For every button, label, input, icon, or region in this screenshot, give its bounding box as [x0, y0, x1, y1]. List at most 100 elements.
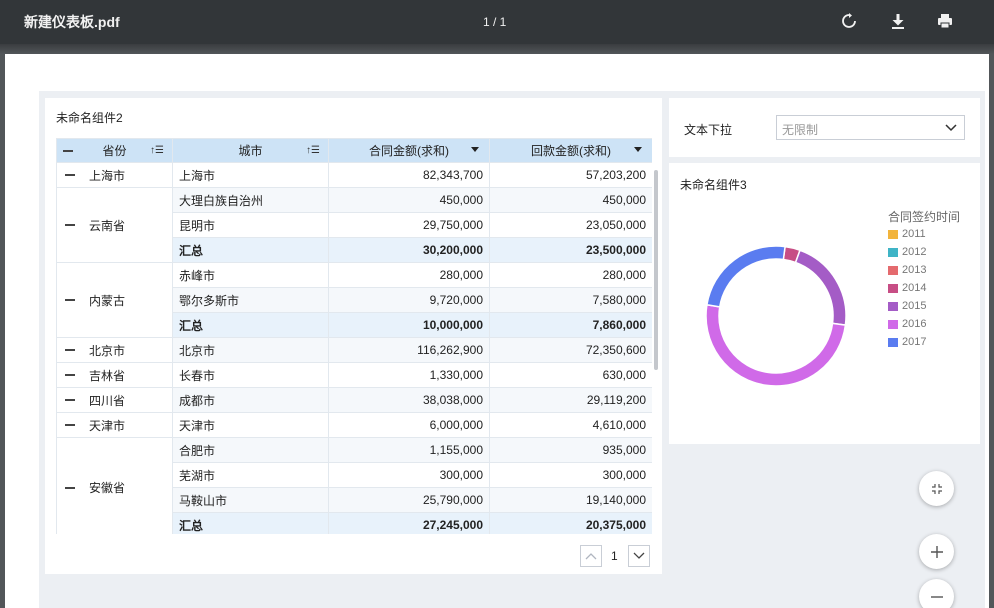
zoom-out-icon: [930, 595, 943, 598]
city-cell: 昆明市: [172, 212, 329, 238]
payback-amount-cell: 300,000: [489, 462, 652, 488]
payback-amount-cell: 57,203,200: [489, 162, 652, 188]
dropdown-triangle-icon[interactable]: [471, 147, 479, 152]
payback-amount-cell: 72,350,600: [489, 337, 652, 363]
next-page-button[interactable]: [628, 545, 650, 567]
legend-item[interactable]: 2013: [888, 261, 926, 279]
contract-amount-cell: 116,262,900: [328, 337, 490, 363]
collapse-row-icon[interactable]: [65, 424, 75, 426]
contract-amount-cell: 82,343,700: [328, 162, 490, 188]
payback-amount-cell: 19,140,000: [489, 487, 652, 513]
collapse-all-icon[interactable]: [63, 150, 73, 152]
table-row: 北京市 北京市 116,262,900 72,350,600: [56, 337, 652, 363]
zoom-out-button[interactable]: [919, 579, 954, 608]
table-row: 内蒙古 赤峰市 280,000 280,000: [56, 262, 652, 338]
payback-amount-cell: 23,050,000: [489, 212, 652, 238]
collapse-row-icon[interactable]: [65, 374, 75, 376]
pivot-table: 省份 ↑☰ 城市 ↑☰ 合同金额(求和) 回款金额(求和) 上海市 上海市 82…: [56, 138, 652, 534]
legend-item[interactable]: 2017: [888, 333, 926, 351]
contract-amount-cell: 1,330,000: [328, 362, 490, 388]
zoom-in-icon: [930, 545, 943, 558]
table-row: 吉林省 长春市 1,330,000 630,000: [56, 362, 652, 388]
province-label: 上海市: [89, 168, 126, 183]
collapse-row-icon[interactable]: [65, 349, 75, 351]
chart-widget-title: 未命名组件3: [680, 178, 747, 192]
payback-amount-cell: 935,000: [489, 437, 652, 463]
contract-amount-cell: 30,200,000: [328, 237, 490, 263]
legend-swatch: [888, 265, 898, 275]
column-header-contract[interactable]: 合同金额(求和): [328, 138, 490, 163]
print-icon[interactable]: [934, 10, 956, 32]
pivot-table-container: 省份 ↑☰ 城市 ↑☰ 合同金额(求和) 回款金额(求和) 上海市 上海市 82…: [56, 138, 652, 534]
contract-amount-cell: 450,000: [328, 187, 490, 213]
rotate-icon[interactable]: [838, 10, 860, 32]
legend-swatch: [888, 301, 898, 311]
legend-item[interactable]: 2012: [888, 243, 926, 261]
fit-screen-button[interactable]: [919, 471, 954, 506]
chevron-down-icon: [945, 124, 957, 132]
city-cell: 汇总: [172, 312, 329, 338]
city-cell: 天津市: [172, 412, 329, 438]
collapse-row-icon[interactable]: [65, 174, 75, 176]
legend-label: 2017: [902, 336, 927, 348]
column-header-payback[interactable]: 回款金额(求和): [489, 138, 652, 163]
payback-amount-cell: 7,860,000: [489, 312, 652, 338]
dropdown-placeholder: 无限制: [782, 123, 819, 137]
province-cell: 安徽省: [56, 437, 173, 534]
legend-title: 合同签约时间: [888, 210, 961, 224]
city-cell: 北京市: [172, 337, 329, 363]
donut-chart: [705, 245, 847, 387]
collapse-row-icon[interactable]: [65, 299, 75, 301]
payback-amount-cell: 20,375,000: [489, 512, 652, 534]
contract-amount-cell: 25,790,000: [328, 487, 490, 513]
column-label: 省份: [102, 144, 127, 158]
contract-amount-cell: 300,000: [328, 462, 490, 488]
contract-amount-cell: 27,245,000: [328, 512, 490, 534]
legend-swatch: [888, 319, 898, 329]
legend-label: 2015: [902, 300, 927, 312]
table-widget-title: 未命名组件2: [56, 111, 123, 125]
dashboard-canvas: 未命名组件2 省份 ↑☰ 城市 ↑☰ 合同金额(求和) 回款金额(求和) 上海市…: [39, 91, 985, 608]
legend-item[interactable]: 2016: [888, 315, 926, 333]
column-header-province[interactable]: 省份 ↑☰: [56, 138, 173, 163]
city-cell: 赤峰市: [172, 262, 329, 288]
table-widget: 未命名组件2 省份 ↑☰ 城市 ↑☰ 合同金额(求和) 回款金额(求和) 上海市…: [45, 98, 662, 574]
city-cell: 合肥市: [172, 437, 329, 463]
city-cell: 汇总: [172, 237, 329, 263]
payback-amount-cell: 630,000: [489, 362, 652, 388]
donut-slice-2015[interactable]: [794, 249, 847, 326]
column-label: 城市: [238, 144, 263, 158]
zoom-in-button[interactable]: [919, 534, 954, 569]
chart-legend: 2011 2012 2013 2014 2015 2016 2017: [888, 225, 926, 351]
collapse-row-icon[interactable]: [65, 486, 75, 489]
legend-label: 2012: [902, 246, 927, 258]
legend-item[interactable]: 2014: [888, 279, 926, 297]
legend-item[interactable]: 2011: [888, 225, 926, 243]
collapse-row-icon[interactable]: [65, 399, 75, 401]
sort-icon[interactable]: ↑☰: [150, 145, 164, 156]
legend-item[interactable]: 2015: [888, 297, 926, 315]
donut-slice-2016[interactable]: [705, 303, 847, 387]
province-cell: 四川省: [56, 387, 173, 413]
table-scrollbar[interactable]: [654, 170, 658, 370]
viewer-toolbar: 新建仪表板.pdf 1 / 1: [0, 0, 994, 44]
contract-amount-cell: 6,000,000: [328, 412, 490, 438]
city-cell: 上海市: [172, 162, 329, 188]
document-title: 新建仪表板.pdf: [24, 14, 120, 30]
donut-slice-2017[interactable]: [706, 245, 786, 308]
column-header-city[interactable]: 城市 ↑☰: [172, 138, 329, 163]
pdf-page: 未命名组件2 省份 ↑☰ 城市 ↑☰ 合同金额(求和) 回款金额(求和) 上海市…: [5, 54, 989, 608]
text-dropdown-select[interactable]: 无限制: [776, 115, 965, 140]
province-label: 四川省: [89, 393, 126, 408]
download-icon[interactable]: [887, 10, 909, 32]
dropdown-triangle-icon[interactable]: [634, 147, 642, 152]
city-cell: 成都市: [172, 387, 329, 413]
collapse-row-icon[interactable]: [65, 224, 75, 226]
legend-label: 2011: [902, 228, 926, 240]
prev-page-button[interactable]: [580, 545, 602, 567]
sort-icon[interactable]: ↑☰: [306, 145, 320, 156]
chevron-down-icon: [633, 552, 645, 559]
legend-label: 2014: [902, 282, 927, 294]
toolbar-shadow: [0, 44, 994, 54]
contract-amount-cell: 10,000,000: [328, 312, 490, 338]
